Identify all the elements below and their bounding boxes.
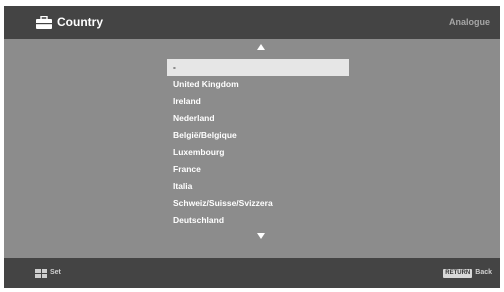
- set-label: Set: [50, 269, 61, 276]
- list-item[interactable]: Schweiz/Suisse/Svizzera: [167, 195, 349, 212]
- list-item[interactable]: -: [167, 59, 349, 76]
- header-bar: Country Analogue: [4, 6, 500, 39]
- toolbox-icon: [36, 15, 52, 29]
- list-item[interactable]: France: [167, 161, 349, 178]
- back-label: Back: [475, 269, 492, 276]
- dpad-icon: [35, 268, 47, 278]
- list-item[interactable]: Italia: [167, 178, 349, 195]
- tv-screen: Country Analogue - United Kingdom Irelan…: [4, 6, 500, 288]
- return-key-icon: RETURN: [443, 268, 473, 278]
- page-title-label: Country: [57, 15, 103, 29]
- broadcast-mode-label: Analogue: [448, 17, 490, 27]
- list-item[interactable]: Luxembourg: [167, 144, 349, 161]
- set-hint[interactable]: Set: [35, 268, 61, 278]
- triangle-down-icon[interactable]: [257, 233, 265, 239]
- list-item[interactable]: België/Belgique: [167, 127, 349, 144]
- footer-bar: Set RETURN Back: [4, 258, 500, 288]
- list-item[interactable]: Deutschland: [167, 212, 349, 229]
- list-item[interactable]: Ireland: [167, 93, 349, 110]
- triangle-up-icon[interactable]: [257, 44, 265, 50]
- page-title: Country: [36, 14, 103, 30]
- country-list: - United Kingdom Ireland Nederland Belgi…: [167, 59, 349, 229]
- list-item[interactable]: Nederland: [167, 110, 349, 127]
- back-hint[interactable]: RETURN Back: [443, 268, 492, 278]
- list-item[interactable]: United Kingdom: [167, 76, 349, 93]
